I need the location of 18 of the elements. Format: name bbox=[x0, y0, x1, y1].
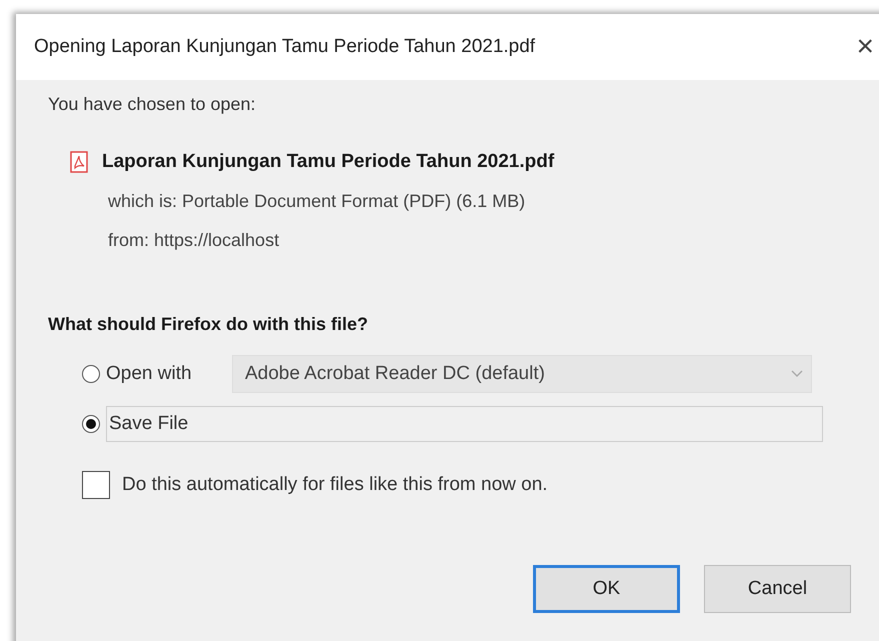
radio-button[interactable] bbox=[82, 365, 100, 383]
window-title: Opening Laporan Kunjungan Tamu Periode Tahun 2021.pdf bbox=[34, 36, 536, 58]
radio-button[interactable] bbox=[82, 415, 100, 433]
checkbox-label[interactable]: Do this automatically for files like this from now on. bbox=[122, 474, 548, 496]
file-name: Laporan Kunjungan Tamu Periode Tahun 2021.pdf bbox=[102, 151, 554, 173]
file-source-text: from: https://localhost bbox=[108, 230, 280, 251]
file-type-text: which is: Portable Document Format (PDF) (6.1 MB) bbox=[108, 191, 526, 212]
close-button[interactable]: × bbox=[852, 30, 878, 64]
cancel-button[interactable]: Cancel bbox=[704, 565, 851, 613]
chevron-icon bbox=[791, 370, 803, 378]
option-label[interactable]: Save File bbox=[106, 406, 823, 442]
option-label[interactable]: Open with bbox=[106, 363, 226, 385]
question-heading: What should Firefox do with this file? bbox=[48, 314, 369, 335]
app-dropdown[interactable]: Adobe Acrobat Reader DC (default) bbox=[232, 355, 812, 393]
intro-text: You have chosen to open: bbox=[48, 94, 257, 115]
ok-button[interactable]: OK bbox=[533, 565, 680, 613]
checkbox[interactable] bbox=[82, 471, 110, 499]
pdf-file-icon bbox=[70, 151, 88, 173]
